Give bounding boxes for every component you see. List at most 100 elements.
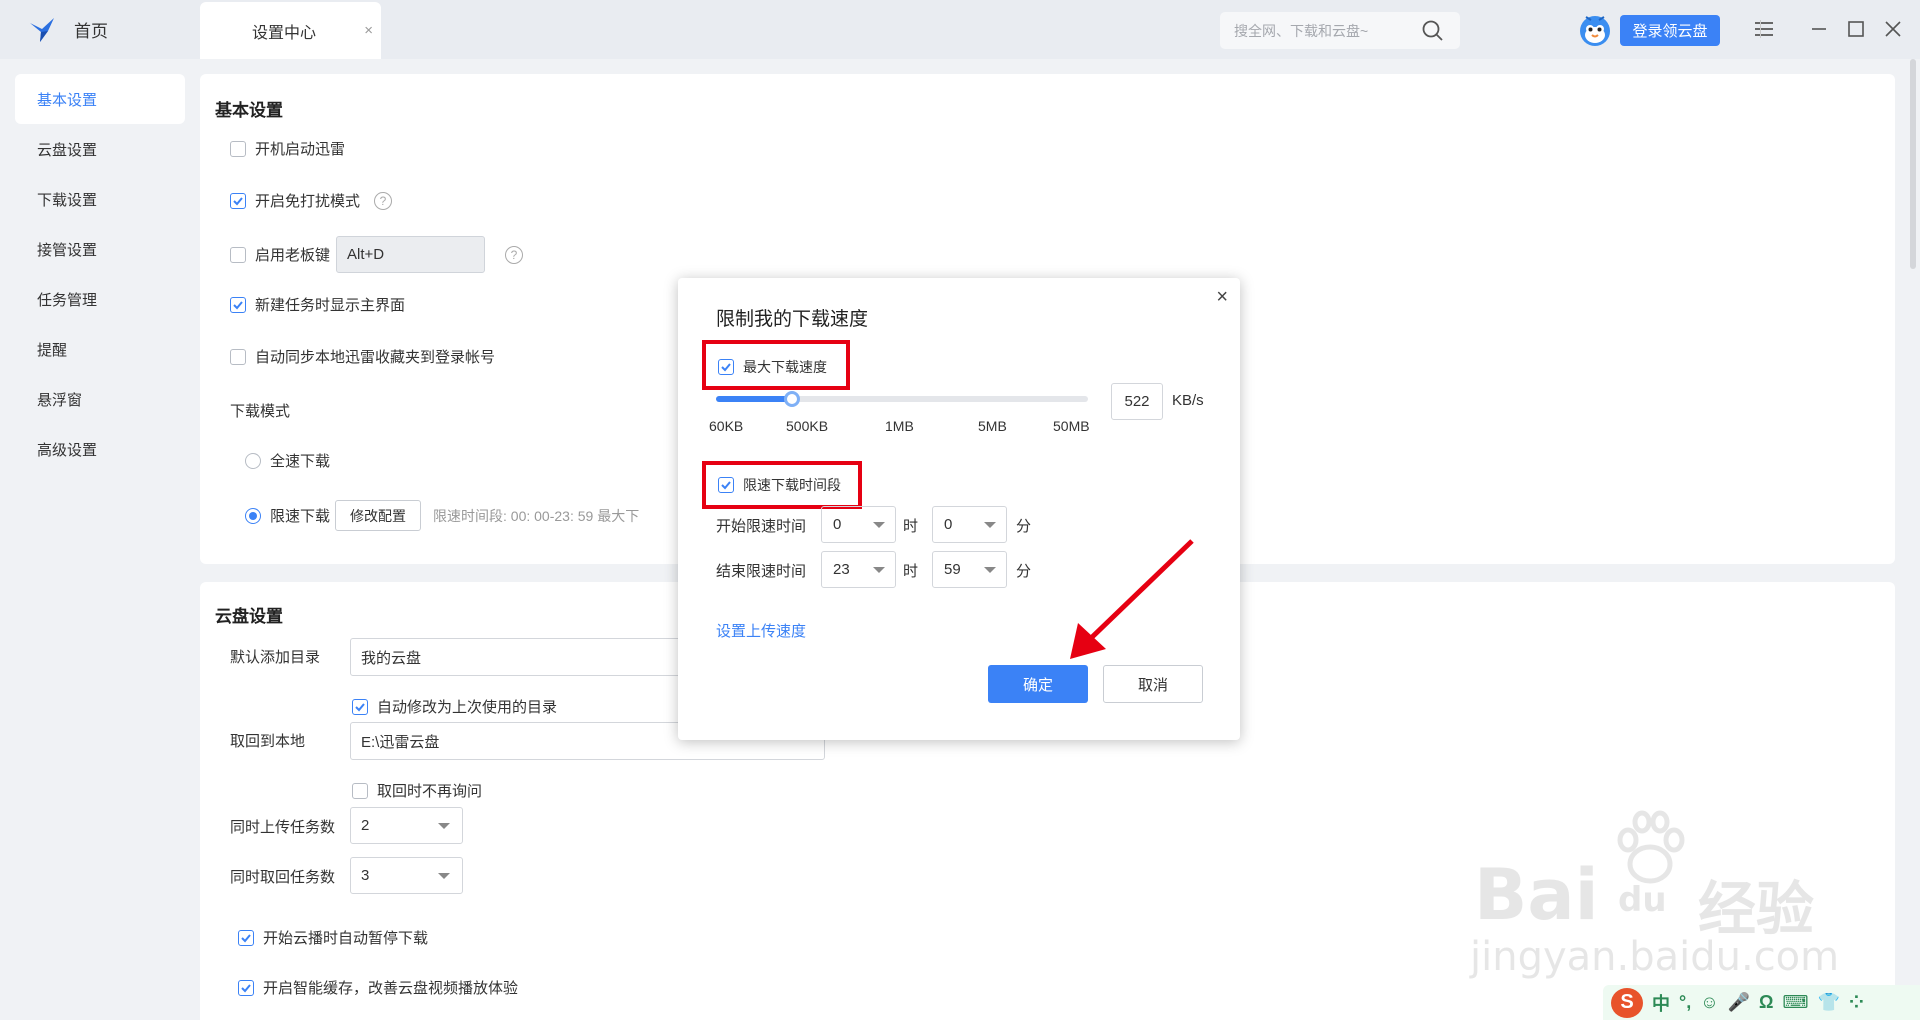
- speed-value-input[interactable]: 522: [1111, 383, 1163, 420]
- chevron-down-icon: [438, 823, 450, 829]
- pause-on-play-label: 开始云播时自动暂停下载: [263, 930, 429, 947]
- autostart-option[interactable]: 开机启动迅雷: [230, 138, 345, 159]
- sidebar-item-tasks[interactable]: 任务管理: [15, 274, 185, 324]
- section-title-cloud: 云盘设置: [215, 607, 283, 626]
- bosskey-checkbox[interactable]: [230, 246, 246, 263]
- start-minute-select[interactable]: 0: [932, 506, 1007, 543]
- cancel-button[interactable]: 取消: [1103, 665, 1203, 703]
- start-hour-select[interactable]: 0: [821, 506, 896, 543]
- ime-symbol-icon[interactable]: Ω: [1759, 992, 1773, 1013]
- help-icon[interactable]: ?: [505, 245, 524, 264]
- watermark-brand-du: du: [1618, 880, 1667, 920]
- slider-fill: [716, 396, 792, 402]
- mode-full-option[interactable]: 全速下载: [245, 450, 330, 471]
- fetch-count-value: 3: [361, 867, 370, 884]
- no-ask-checkbox[interactable]: [352, 782, 368, 799]
- login-button[interactable]: 登录领云盘: [1620, 15, 1720, 46]
- upload-count-select[interactable]: 2: [350, 807, 463, 844]
- scrollbar[interactable]: [1910, 59, 1916, 269]
- search-box[interactable]: [1220, 12, 1460, 49]
- no-ask-label: 取回时不再询问: [377, 783, 483, 800]
- mode-limit-radio[interactable]: [245, 507, 261, 524]
- sidebar-item-reminder[interactable]: 提醒: [15, 324, 185, 374]
- smart-cache-option[interactable]: 开启智能缓存，改善云盘视频播放体验: [238, 977, 518, 998]
- thunder-bird-logo-icon: [30, 17, 54, 42]
- ime-emoji-icon[interactable]: ☺: [1700, 992, 1718, 1013]
- upload-speed-link[interactable]: 设置上传速度: [716, 620, 806, 641]
- ime-skin-icon[interactable]: 👕: [1817, 992, 1839, 1013]
- ime-voice-icon[interactable]: 🎤: [1728, 992, 1750, 1013]
- fetch-count-select[interactable]: 3: [350, 857, 463, 894]
- sidebar-item-basic[interactable]: 基本设置: [15, 74, 185, 124]
- max-speed-option[interactable]: 最大下载速度: [718, 357, 827, 377]
- dnd-checkbox[interactable]: [230, 192, 246, 209]
- avatar[interactable]: [1578, 13, 1612, 47]
- ime-toolbox-icon[interactable]: ⁘: [1849, 992, 1864, 1013]
- sidebar: 基本设置 云盘设置 下载设置 接管设置 任务管理 提醒 悬浮窗 高级设置: [0, 59, 200, 1020]
- help-icon[interactable]: ?: [374, 191, 393, 210]
- end-minute-select[interactable]: 59: [932, 551, 1007, 588]
- default-dir-label: 默认添加目录: [230, 649, 321, 666]
- sync-fav-checkbox[interactable]: [230, 348, 246, 365]
- ime-toolbar[interactable]: S 中 °, ☺ 🎤 Ω ⌨ 👕 ⁘: [1603, 985, 1920, 1020]
- sogou-logo-icon[interactable]: S: [1611, 987, 1643, 1018]
- show-main-checkbox[interactable]: [230, 296, 246, 313]
- tab-settings-center[interactable]: 设置中心 ×: [200, 2, 381, 59]
- auto-modify-option[interactable]: 自动修改为上次使用的目录: [352, 696, 557, 717]
- sidebar-item-advanced[interactable]: 高级设置: [15, 424, 185, 474]
- search-input[interactable]: [1234, 22, 1414, 39]
- menu-icon[interactable]: [1751, 16, 1777, 42]
- baidu-watermark: Bai du 经验 jingyan.baidu.com: [1470, 810, 1839, 980]
- sidebar-item-download[interactable]: 下载设置: [15, 174, 185, 224]
- watermark-url: jingyan.baidu.com: [1470, 934, 1840, 980]
- ime-keyboard-icon[interactable]: ⌨: [1782, 992, 1808, 1013]
- end-time-label: 结束限速时间: [716, 563, 807, 580]
- sync-fav-option[interactable]: 自动同步本地迅雷收藏夹到登录帐号: [230, 346, 495, 367]
- dnd-option[interactable]: 开启免打扰模式 ?: [230, 190, 393, 211]
- mode-limit-option[interactable]: 限速下载 修改配置 限速时间段: 00: 00-23: 59 最大下: [245, 500, 639, 531]
- bosskey-option[interactable]: 启用老板键 ?: [230, 236, 524, 273]
- dialog-close-icon[interactable]: ×: [1216, 286, 1228, 309]
- maximize-icon[interactable]: [1843, 16, 1869, 42]
- show-main-option[interactable]: 新建任务时显示主界面: [230, 294, 405, 315]
- no-ask-option[interactable]: 取回时不再询问: [352, 780, 482, 801]
- search-icon[interactable]: [1422, 20, 1444, 42]
- auto-modify-checkbox[interactable]: [352, 698, 368, 715]
- mode-full-radio[interactable]: [245, 452, 261, 469]
- slider-tick-label: 1MB: [885, 418, 914, 434]
- pause-on-play-option[interactable]: 开始云播时自动暂停下载: [238, 927, 428, 948]
- sidebar-item-float-window[interactable]: 悬浮窗: [15, 374, 185, 424]
- checkmark-icon: [241, 983, 251, 992]
- ime-mode-chinese[interactable]: 中: [1652, 990, 1670, 1016]
- chevron-down-icon: [438, 873, 450, 879]
- chevron-down-icon: [873, 567, 885, 573]
- home-tab[interactable]: 首页: [0, 0, 200, 59]
- minimize-icon[interactable]: [1806, 16, 1832, 42]
- download-mode-title: 下载模式: [230, 403, 291, 420]
- limit-period-checkbox[interactable]: [718, 477, 734, 493]
- sidebar-item-takeover[interactable]: 接管设置: [15, 224, 185, 274]
- max-speed-checkbox[interactable]: [718, 359, 734, 375]
- sidebar-item-cloud[interactable]: 云盘设置: [15, 124, 185, 174]
- bosskey-label: 启用老板键: [255, 247, 331, 264]
- pause-on-play-checkbox[interactable]: [238, 929, 254, 946]
- start-minute-value: 0: [944, 516, 953, 533]
- slider-handle[interactable]: [784, 391, 800, 407]
- end-hour-select[interactable]: 23: [821, 551, 896, 588]
- bosskey-input[interactable]: [336, 236, 486, 273]
- chevron-down-icon: [984, 522, 996, 528]
- autostart-checkbox[interactable]: [230, 140, 246, 157]
- modify-config-button[interactable]: 修改配置: [335, 500, 422, 531]
- tab-close-icon[interactable]: ×: [364, 23, 373, 38]
- dnd-label: 开启免打扰模式: [255, 193, 361, 210]
- window-controls-divider: [1760, 20, 1761, 38]
- annotation-arrow-icon: [1070, 539, 1194, 659]
- confirm-button[interactable]: 确定: [988, 665, 1088, 703]
- auto-modify-label: 自动修改为上次使用的目录: [377, 699, 558, 716]
- ime-punctuation-icon[interactable]: °,: [1679, 992, 1691, 1013]
- speed-slider[interactable]: [716, 391, 1088, 407]
- limit-period-option[interactable]: 限速下载时间段: [718, 475, 841, 495]
- smart-cache-checkbox[interactable]: [238, 979, 254, 996]
- close-window-icon[interactable]: [1880, 16, 1906, 42]
- start-hour-value: 0: [833, 516, 842, 533]
